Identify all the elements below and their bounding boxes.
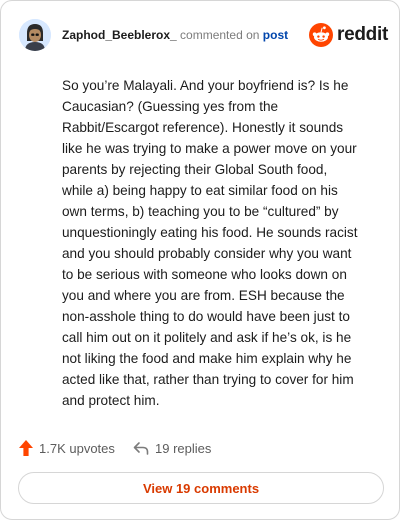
replies-button[interactable]: 19 replies xyxy=(133,437,211,459)
upvote-button[interactable]: 1.7K upvotes xyxy=(19,437,115,459)
author-line: Zaphod_Beeblerox_ commented on post xyxy=(62,27,288,43)
reply-count: 19 replies xyxy=(155,440,212,456)
username-link[interactable]: Zaphod_Beeblerox_ xyxy=(62,28,177,42)
comment-body: So you’re Malayali. And your boyfriend i… xyxy=(62,78,358,408)
reddit-snoo-icon xyxy=(309,23,333,47)
comment-actions: 1.7K upvotes 19 replies xyxy=(19,437,319,459)
comment-card: Zaphod_Beeblerox_ commented on post redd… xyxy=(0,0,400,520)
reddit-logo[interactable]: reddit xyxy=(309,21,388,49)
reply-icon xyxy=(133,442,149,455)
comment-header: Zaphod_Beeblerox_ commented on post redd… xyxy=(19,19,388,51)
commented-on-label: commented on xyxy=(180,28,260,42)
upvote-count: 1.7K upvotes xyxy=(39,440,115,456)
avatar[interactable] xyxy=(19,19,51,51)
avatar-icon xyxy=(19,19,51,51)
view-comments-button[interactable]: View 19 comments xyxy=(18,472,384,504)
post-link[interactable]: post xyxy=(263,28,288,42)
reddit-wordmark: reddit xyxy=(337,24,388,45)
upvote-arrow-icon xyxy=(19,440,33,456)
